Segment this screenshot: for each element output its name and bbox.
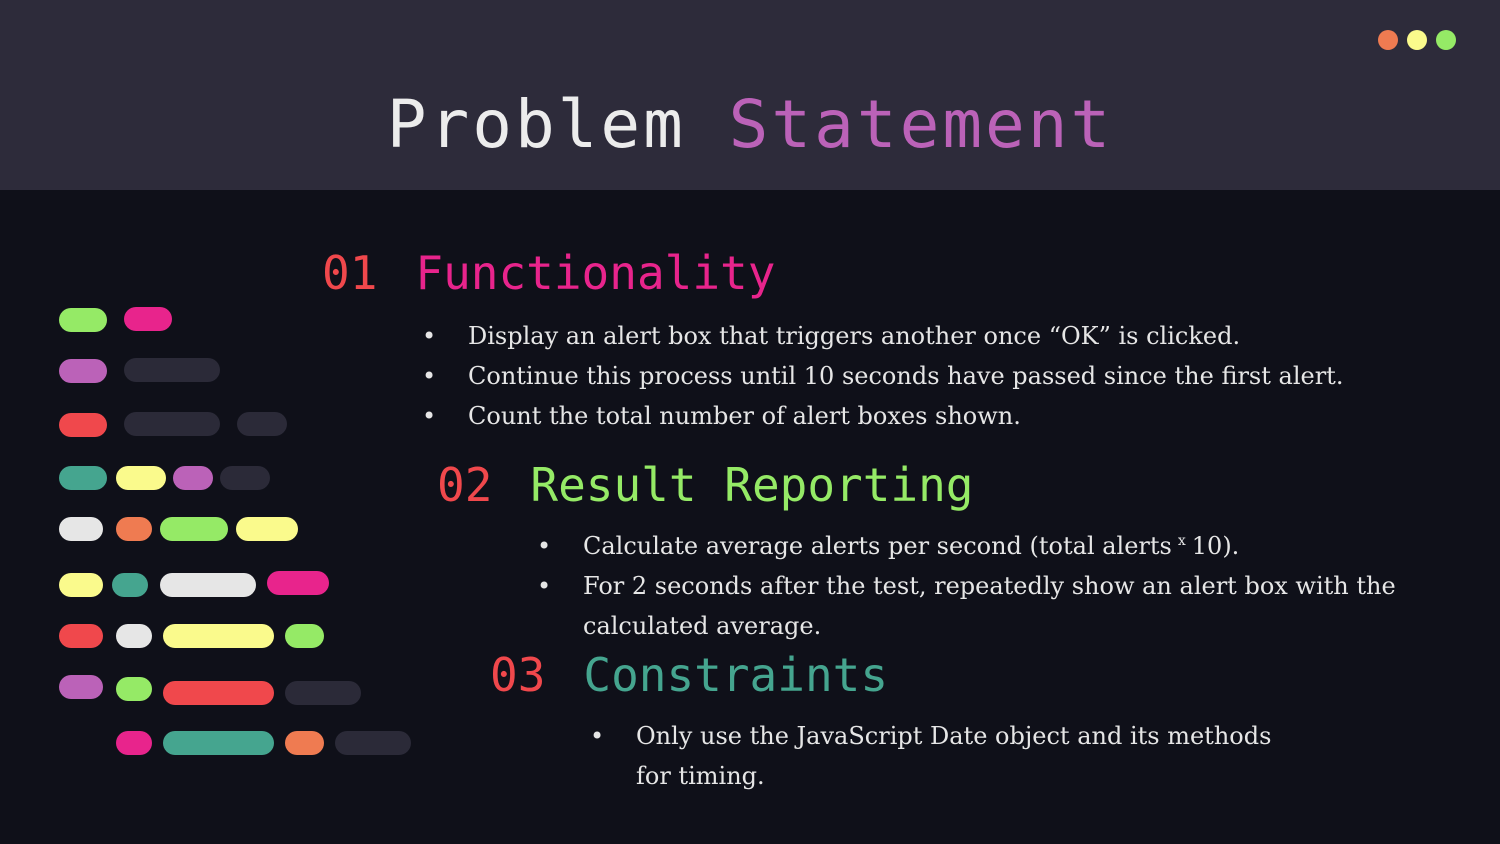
window-controls [1378,30,1456,50]
bullet-icon: • [590,722,605,750]
section-number: 03 [490,648,546,702]
code-pill-decoration [116,624,152,648]
header-bar: Problem Statement [0,0,1500,190]
section-functionality: 01 Functionality • Display an alert box th… [322,250,1343,436]
page-title: Problem Statement [0,92,1500,158]
bullet-icon: • [422,322,437,350]
yellow-dot-icon [1407,30,1427,50]
section-result-reporting: 02 Result Reporting • Calculate average al… [437,462,1417,646]
code-pill-decoration [163,731,274,755]
bullet-text: Continue this process until 10 seconds h… [468,362,1344,390]
code-pill-decoration [59,675,103,699]
bullet-list: • Display an alert box that triggers anot… [422,316,1343,436]
code-pill-decoration [59,359,107,383]
code-pill-decoration [124,358,220,382]
code-pill-decoration [116,731,152,755]
code-pill-decoration [116,517,152,541]
code-pill-decoration [237,412,287,436]
section-constraints: 03 Constraints • Only use the JavaScript D… [490,652,1310,796]
code-pill-decoration [267,571,329,595]
list-item: • Display an alert box that triggers anot… [422,316,1343,356]
green-dot-icon [1436,30,1456,50]
bullet-icon: • [422,402,437,430]
section-title: Functionality [415,246,776,300]
list-item: • Calculate average alerts per second (to… [537,526,1417,566]
code-pill-decoration [236,517,298,541]
code-pill-decoration [285,681,361,705]
section-heading: 03 Constraints [490,652,1310,698]
code-pill-decoration [163,624,274,648]
title-word-2: Statement [728,86,1114,163]
list-item: • Continue this process until 10 seconds … [422,356,1343,396]
section-heading: 01 Functionality [322,250,1343,296]
section-number: 02 [437,458,493,512]
section-heading: 02 Result Reporting [437,462,1417,508]
code-pill-decoration [285,624,324,648]
code-pill-decoration [163,681,274,705]
code-pill-decoration [160,573,256,597]
bullet-text: For 2 seconds after the test, repeatedly… [583,572,1396,640]
bullet-text: Only use the JavaScript Date object and … [636,722,1272,790]
code-pill-decoration [59,573,103,597]
bullet-list: • Only use the JavaScript Date object and… [590,716,1310,796]
code-pill-decoration [59,413,107,437]
code-pill-decoration [335,731,411,755]
bullet-icon: • [537,532,552,560]
code-pill-decoration [116,677,152,701]
code-pill-decoration [112,573,148,597]
bullet-text: Count the total number of alert boxes sh… [468,402,1021,430]
orange-dot-icon [1378,30,1398,50]
code-pill-decoration [59,466,107,490]
code-pill-decoration [59,517,103,541]
code-pill-decoration [173,466,213,490]
code-pill-decoration [124,412,220,436]
list-item: • Only use the JavaScript Date object and… [590,716,1310,796]
code-pill-decoration [220,466,270,490]
list-item: • For 2 seconds after the test, repeatedl… [537,566,1417,646]
bullet-text-end: 10). [1191,532,1240,560]
bullet-text: Display an alert box that triggers anoth… [468,322,1241,350]
section-title: Result Reporting [530,458,974,512]
bullet-icon: • [537,572,552,600]
bullet-icon: • [422,362,437,390]
section-number: 01 [322,246,378,300]
multiply-symbol: x [1177,533,1186,549]
code-pill-decoration [59,624,103,648]
code-pill-decoration [124,307,172,331]
bullet-text: Calculate average alerts per second (tot… [583,532,1172,560]
code-pill-decoration [59,308,107,332]
section-title: Constraints [583,648,889,702]
bullet-list: • Calculate average alerts per second (to… [537,526,1417,646]
code-pill-decoration [285,731,324,755]
title-word-1: Problem [386,86,686,163]
code-pill-decoration [116,466,166,490]
list-item: • Count the total number of alert boxes s… [422,396,1343,436]
code-pill-decoration [160,517,228,541]
